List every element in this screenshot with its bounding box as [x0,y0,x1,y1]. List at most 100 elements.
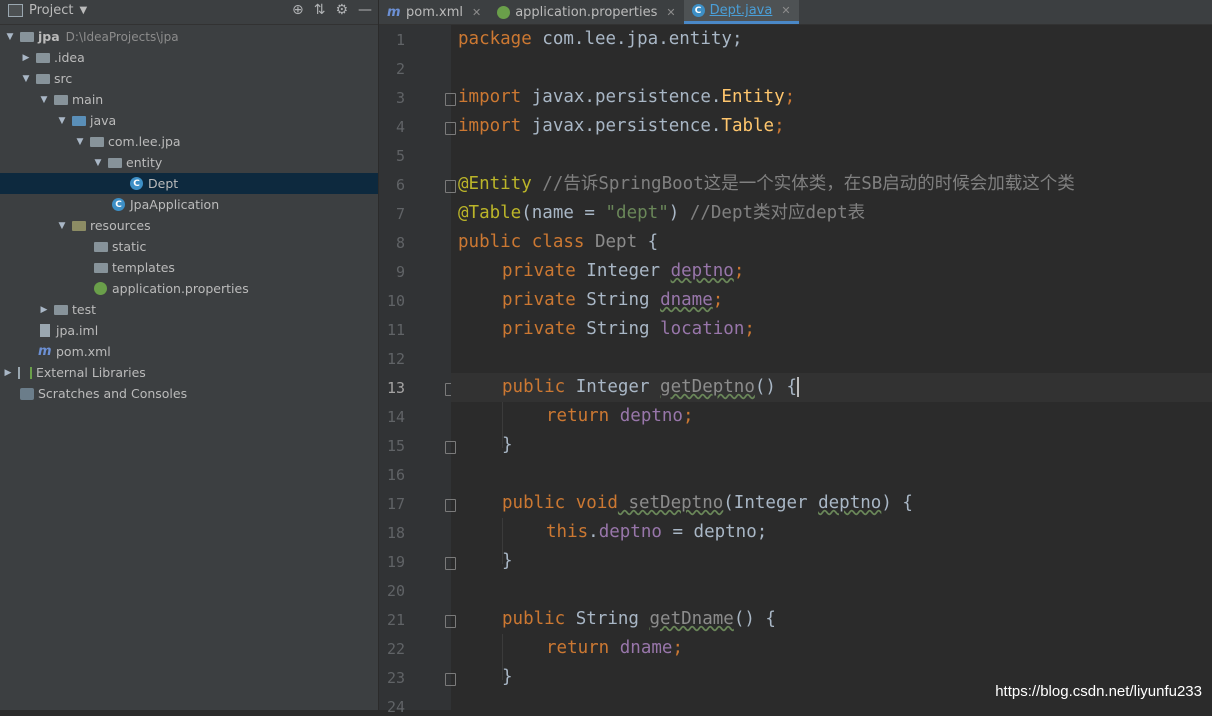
expand-arrow-icon[interactable]: ▼ [74,137,86,147]
tree-item-label: java [90,113,117,128]
hide-icon[interactable]: — [358,2,372,18]
chevron-down-icon[interactable]: ▼ [79,5,87,16]
tree-item-application-properties[interactable]: application.properties [0,278,378,299]
expand-arrow-icon[interactable]: ▼ [56,116,68,126]
watermark: https://blog.csdn.net/liyunfu233 [995,683,1202,700]
code-line-6: @Entity //告诉SpringBoot这是一个实体类，在SB启动的时候会加… [458,174,1075,194]
project-icon [8,4,23,17]
text-caret [797,377,800,397]
tree-item-main[interactable]: ▼ main [0,89,378,110]
tree-item-src[interactable]: ▼ src [0,68,378,89]
module-folder-icon [20,32,34,42]
tree-item-scratches[interactable]: Scratches and Consoles [0,383,378,404]
locate-icon[interactable]: ⊕ [292,2,304,18]
fold-marker-icon[interactable] [445,441,456,454]
line-number: 4 [395,118,405,136]
line-number: 15 [386,437,405,455]
tree-item-jpa-iml[interactable]: jpa.iml [0,320,378,341]
tab-label: Dept.java [709,3,773,18]
source-folder-icon [72,116,86,126]
scratches-icon [20,387,34,400]
tree-item-label: static [112,239,147,254]
tab-application-properties[interactable]: application.properties ✕ [489,0,683,24]
fold-marker-icon[interactable] [445,499,456,512]
collapse-arrow-icon[interactable]: ▶ [2,368,14,378]
folder-icon [36,74,50,84]
project-view-selector[interactable]: Project ▼ [8,3,87,18]
project-panel-header: Project ▼ ⊕ ⇅ ⚙ — [0,0,378,25]
tree-item-label: test [72,302,97,317]
project-tool-window: Project ▼ ⊕ ⇅ ⚙ — ▼ jpa D:\IdeaProjects\… [0,0,379,710]
tree-item-label: External Libraries [36,365,146,380]
expand-arrow-icon[interactable]: ▼ [92,158,104,168]
expand-arrow-icon[interactable]: ▼ [20,74,32,84]
maven-icon: m [38,344,52,359]
iml-file-icon [40,324,50,337]
fold-marker-icon[interactable] [445,557,456,570]
code-line-7: @Table(name = "dept") //Dept类对应dept表 [458,203,866,223]
code-line-9: private Integer deptno; [502,261,745,281]
project-path: D:\IdeaProjects\jpa [65,29,179,44]
tree-item-label: application.properties [112,281,249,296]
libraries-icon [18,366,32,379]
tree-item-java[interactable]: ▼ java [0,110,378,131]
tree-item-label: Scratches and Consoles [38,386,188,401]
folder-icon [54,95,68,105]
fold-marker-icon[interactable] [445,180,456,193]
spring-properties-icon [497,5,511,19]
collapse-arrow-icon[interactable]: ▶ [20,53,32,63]
close-icon[interactable]: ✕ [472,6,481,19]
editor-gutter: 1 2 3 4 5 6 7 8 9 10 11 12 13 14 15 16 1… [379,25,456,716]
tree-item-external-libraries[interactable]: ▶ External Libraries [0,362,378,383]
tree-item-dept[interactable]: C Dept [0,173,378,194]
code-editor[interactable]: 1 2 3 4 5 6 7 8 9 10 11 12 13 14 15 16 1… [379,25,1212,716]
tab-label: pom.xml [406,4,463,20]
tree-item-com-lee-jpa[interactable]: ▼ com.lee.jpa [0,131,378,152]
tree-item-label: Dept [148,176,179,191]
expand-arrow-icon[interactable]: ▼ [4,32,16,42]
folder-icon [94,242,108,252]
expand-arrow-icon[interactable]: ▼ [56,221,68,231]
line-number: 20 [386,582,405,600]
tree-item-templates[interactable]: templates [0,257,378,278]
code-line-17: public void setDeptno(Integer deptno) { [502,493,913,513]
code-line-10: private String dname; [502,290,724,310]
tree-item-static[interactable]: static [0,236,378,257]
tree-item-entity[interactable]: ▼ entity [0,152,378,173]
tree-item-label: JpaApplication [130,197,220,212]
close-icon[interactable]: ✕ [666,6,675,19]
spring-properties-icon [94,282,107,295]
tree-item-test[interactable]: ▶ test [0,299,378,320]
tree-item-label: .idea [54,50,85,65]
folder-icon [54,305,68,315]
line-number: 10 [386,292,405,310]
code-line-1: package com.lee.jpa.entity; [458,29,743,49]
expand-arrow-icon[interactable]: ▼ [38,95,50,105]
spring-class-icon: C [112,198,125,211]
tab-dept-java[interactable]: C Dept.java ✕ [683,0,799,24]
maven-icon: m [387,4,401,20]
tree-item-resources[interactable]: ▼ resources [0,215,378,236]
code-line-22: return dname; [546,638,683,658]
tree-item-pom-xml[interactable]: m pom.xml [0,341,378,362]
line-number: 18 [386,524,405,542]
fold-marker-icon[interactable] [445,122,456,135]
tab-pom-xml[interactable]: m pom.xml ✕ [379,0,489,24]
line-number: 5 [395,147,405,165]
fold-marker-icon[interactable] [445,93,456,106]
gear-icon[interactable]: ⚙ [335,2,348,18]
tree-item-label: entity [126,155,163,170]
collapse-arrow-icon[interactable]: ▶ [38,305,50,315]
tree-item-jpa[interactable]: ▼ jpa D:\IdeaProjects\jpa [0,26,378,47]
tree-item-label: src [54,71,73,86]
fold-marker-icon[interactable] [445,615,456,628]
line-number: 11 [386,321,405,339]
tree-item-idea[interactable]: ▶ .idea [0,47,378,68]
close-icon[interactable]: ✕ [781,4,790,17]
tree-item-jpaapplication[interactable]: C JpaApplication [0,194,378,215]
fold-marker-icon[interactable] [445,673,456,686]
line-number-current: 13 [386,379,405,397]
project-panel-title: Project [29,3,74,18]
line-number: 7 [395,205,405,223]
collapse-all-icon[interactable]: ⇅ [314,2,326,18]
